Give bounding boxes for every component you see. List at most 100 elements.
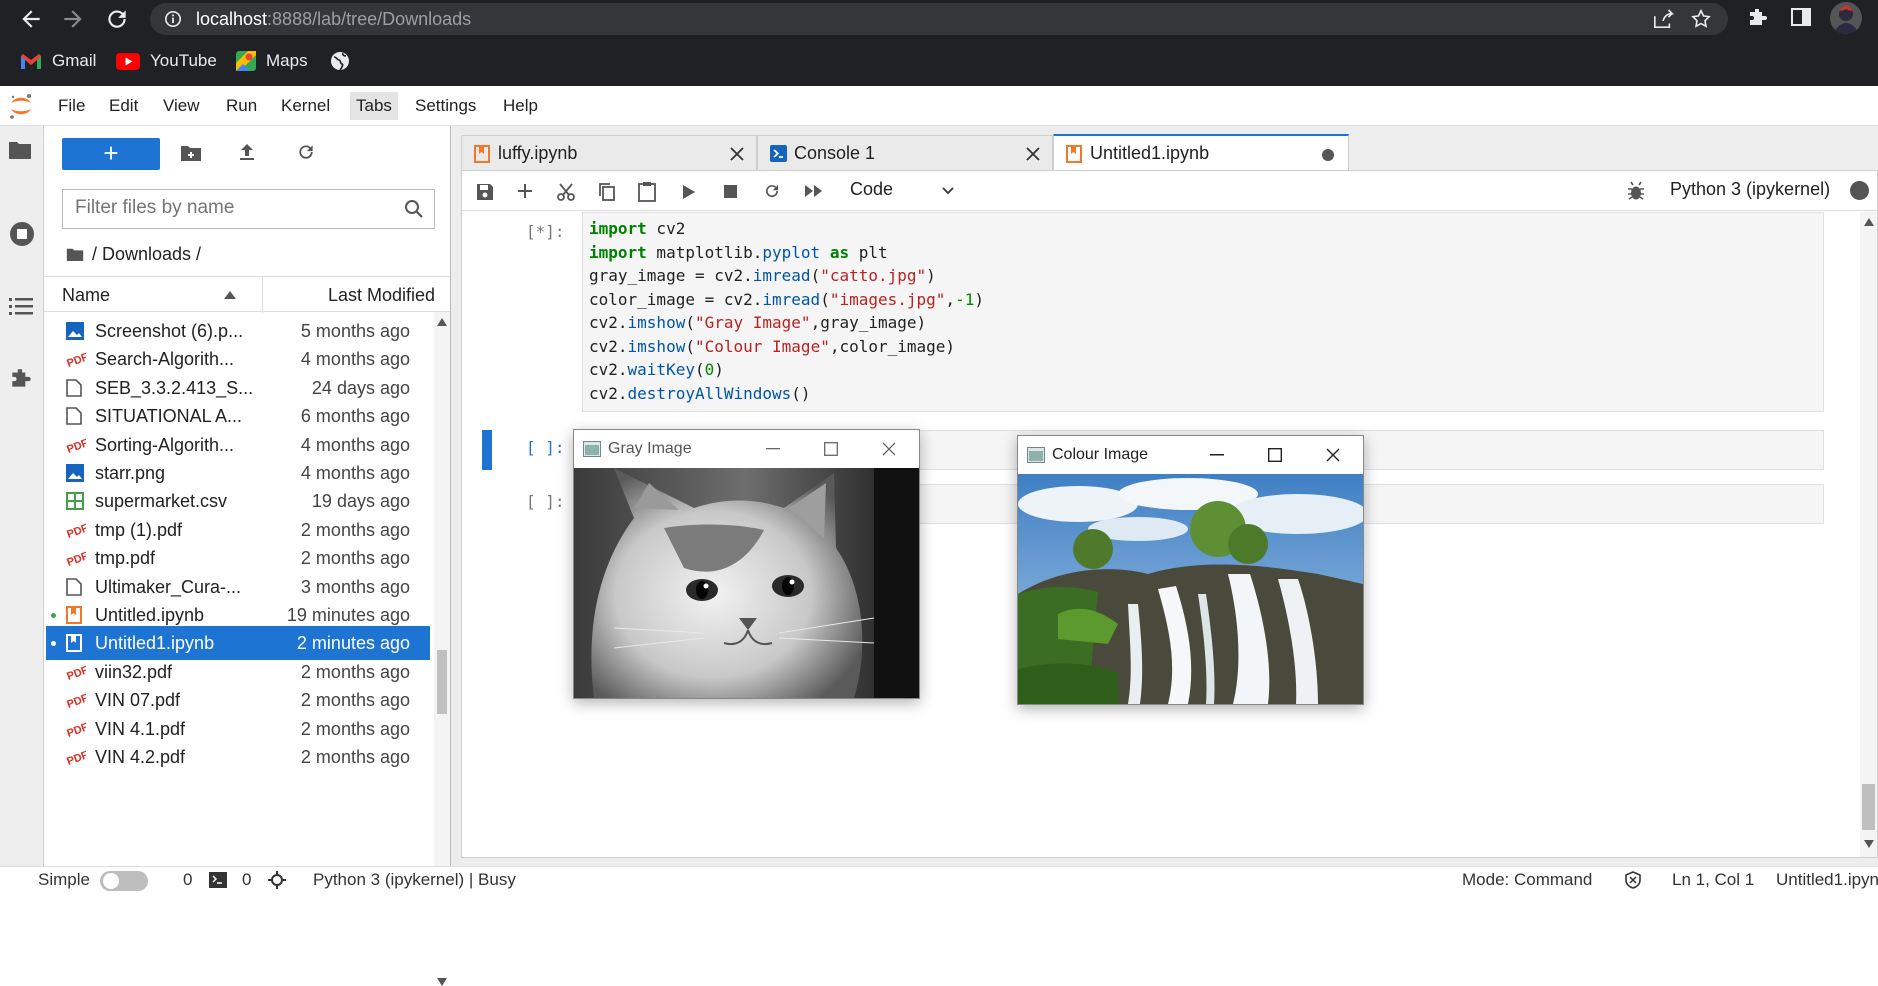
colour-image-window[interactable]: Colour Image [1017,435,1364,705]
window-app-icon [1027,447,1045,463]
site-info-icon[interactable] [164,10,182,28]
bookmark-maps[interactable]: Maps [236,48,308,74]
scrollbar-thumb[interactable] [1862,784,1875,830]
simple-mode-toggle[interactable] [100,871,148,891]
bookmark-label: YouTube [150,51,217,70]
bookmark-youtube[interactable]: YouTube [116,48,217,74]
new-folder-icon[interactable] [180,144,202,162]
close-icon[interactable] [1026,147,1040,161]
extension-manager-icon[interactable] [8,366,34,392]
tab-console[interactable]: Console 1 [757,135,1053,170]
kernel-name[interactable]: Python 3 (ipykernel) [1670,179,1830,200]
activity-bar [0,126,44,890]
menu-tabs[interactable]: Tabs [350,92,398,120]
filter-files-field[interactable] [75,190,395,226]
side-panel-icon[interactable] [1790,6,1812,28]
menu-file[interactable]: File [52,92,91,120]
pdf-file-icon: PDF [66,521,86,539]
kernel-status[interactable]: Python 3 (ipykernel) | Busy [313,867,516,893]
maximize-icon[interactable] [824,442,838,456]
current-filename: Untitled1.ipynb [1776,870,1878,889]
file-modified: 2 months ago [300,747,410,767]
share-icon[interactable] [1652,9,1674,29]
profile-avatar[interactable] [1830,2,1862,34]
back-arrow-icon[interactable] [18,6,44,32]
notebook-scrollbar[interactable] [1860,212,1877,857]
cell-prompt: [ ]: [526,438,565,457]
shield-icon[interactable] [1624,871,1642,889]
terminals-count[interactable]: 0 [183,867,192,893]
table-of-contents-icon[interactable] [9,296,33,316]
new-launcher-button[interactable]: + [62,138,160,170]
pdf-file-icon: PDF [66,691,86,709]
chevron-down-icon[interactable] [942,187,954,195]
reload-icon[interactable] [104,6,130,32]
jupyter-logo-icon [8,92,34,120]
refresh-icon[interactable] [296,142,316,162]
column-modified-header[interactable]: Last Modified [328,277,435,313]
window-title: Gray Image [608,440,692,457]
window-titlebar[interactable]: Colour Image [1018,436,1363,474]
paste-icon[interactable] [638,181,656,202]
maximize-icon[interactable] [1268,448,1282,462]
filter-files-input[interactable] [62,189,435,229]
code-cell-editor[interactable]: import cv2 import matplotlib.pyplot as pl… [582,212,1824,412]
minimize-icon[interactable] [766,448,780,450]
scrollbar-thumb[interactable] [437,650,447,714]
pdf-file-icon: PDF [66,663,86,681]
add-cell-icon[interactable] [517,183,533,199]
file-list-scrollbar[interactable] [434,312,450,986]
breadcrumb: / Downloads / [66,244,201,265]
breadcrumb-path[interactable]: / Downloads / [92,244,201,265]
restart-run-all-icon[interactable] [804,184,824,198]
folder-icon[interactable] [66,247,84,262]
column-name-header[interactable]: Name [62,277,110,313]
extensions-icon[interactable] [1746,6,1770,30]
notebook-toolbar: Code Python 3 (ipykernel) [462,171,1877,211]
kernels-count[interactable]: 0 [242,867,251,893]
code-line: cv2.waitKey(0) [589,360,724,379]
menu-kernel[interactable]: Kernel [275,92,336,120]
notebook-icon [474,145,490,163]
bookmark-gmail[interactable]: Gmail [20,48,96,74]
bookmark-star-icon[interactable] [1690,8,1712,30]
close-icon[interactable] [882,442,896,456]
forward-arrow-icon[interactable] [60,6,86,32]
gray-image-window[interactable]: Gray Image [573,429,920,699]
close-icon[interactable] [1326,448,1340,462]
pdf-file-icon: PDF [66,549,86,567]
bookmark-label: Maps [266,51,308,70]
upload-icon[interactable] [238,142,256,162]
menu-settings[interactable]: Settings [409,92,482,120]
tab-untitled1[interactable]: Untitled1.ipynb [1053,134,1349,170]
address-bar[interactable]: localhost:8888/lab/tree/Downloads [150,3,1728,35]
copy-icon[interactable] [598,182,616,202]
notebook-icon [1066,145,1082,163]
simple-mode-label: Simple [38,870,90,889]
tab-luffy[interactable]: luffy.ipynb [461,135,757,170]
cut-icon[interactable] [556,182,576,202]
run-icon[interactable] [682,184,696,200]
bookmark-globe[interactable] [330,48,350,74]
menu-view[interactable]: View [157,92,206,120]
bookmark-label: Gmail [52,51,97,70]
sort-ascending-icon[interactable] [224,291,236,299]
menu-help[interactable]: Help [497,92,544,120]
file-row[interactable]: PDF VIN 4.2.pdf 2 months ago [46,740,430,774]
window-title: Colour Image [1052,446,1149,463]
unsaved-dot-icon[interactable] [1322,149,1334,161]
code-line: import cv2 [589,219,686,238]
folder-icon[interactable] [8,140,32,160]
debugger-bug-icon[interactable] [1627,181,1645,201]
running-sessions-icon[interactable] [8,220,36,248]
window-titlebar[interactable]: Gray Image [574,430,919,468]
cursor-position[interactable]: Ln 1, Col 1 [1672,867,1754,893]
restart-icon[interactable] [763,182,781,200]
minimize-icon[interactable] [1210,454,1224,456]
save-icon[interactable] [476,183,494,201]
stop-icon[interactable] [724,185,737,198]
close-icon[interactable] [730,147,744,161]
menu-edit[interactable]: Edit [103,92,144,120]
cell-type-select[interactable]: Code [850,179,893,200]
menu-run[interactable]: Run [220,92,263,120]
